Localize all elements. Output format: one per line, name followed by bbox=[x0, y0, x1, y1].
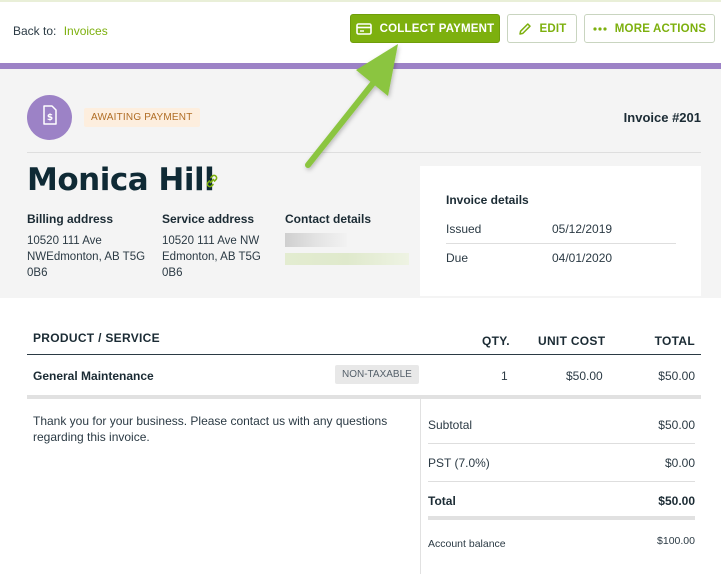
tax-label: PST (7.0%) bbox=[428, 456, 490, 470]
total-value: $50.00 bbox=[658, 494, 695, 508]
summary-divider-3 bbox=[428, 516, 695, 520]
status-badge: AWAITING PAYMENT bbox=[84, 108, 200, 127]
column-header-unit-cost: UNIT COST bbox=[538, 334, 606, 348]
edit-label: EDIT bbox=[539, 22, 567, 35]
header-divider bbox=[27, 152, 701, 153]
tax-value: $0.00 bbox=[664, 456, 695, 470]
invoice-document-icon: $ bbox=[42, 105, 58, 130]
tax-status-badge: NON-TAXABLE bbox=[335, 365, 419, 384]
invoice-details-card: Invoice details Issued 05/12/2019 Due 04… bbox=[420, 166, 701, 296]
edit-button[interactable]: EDIT bbox=[507, 14, 577, 43]
details-divider bbox=[446, 243, 676, 244]
summary-divider-2 bbox=[428, 481, 695, 482]
pencil-icon bbox=[518, 22, 532, 36]
due-value: 04/01/2020 bbox=[552, 251, 613, 265]
redacted-contact-phone bbox=[285, 233, 347, 247]
service-address: Service address 10520 111 Ave NW Edmonto… bbox=[162, 211, 274, 281]
line-item-name: General Maintenance bbox=[33, 369, 154, 383]
summary-divider-1 bbox=[428, 443, 695, 444]
account-balance-row: Account balance $100.00 bbox=[428, 535, 695, 550]
account-balance-label: Account balance bbox=[428, 538, 506, 550]
subtotal-value: $50.00 bbox=[658, 418, 695, 432]
invoice-message: Thank you for your business. Please cont… bbox=[33, 414, 388, 444]
line-item-unit-cost: $50.00 bbox=[566, 369, 603, 383]
issued-row: Issued 05/12/2019 bbox=[446, 222, 676, 236]
invoice-details-heading: Invoice details bbox=[446, 193, 529, 207]
billing-line-3: 0B6 bbox=[27, 267, 48, 279]
subtotal-label: Subtotal bbox=[428, 418, 473, 432]
service-line-3: 0B6 bbox=[162, 267, 183, 279]
column-header-qty: QTY. bbox=[482, 334, 510, 348]
column-header-total: TOTAL bbox=[654, 334, 695, 348]
collect-payment-button[interactable]: COLLECT PAYMENT bbox=[350, 14, 500, 43]
issued-label: Issued bbox=[446, 222, 482, 236]
table-bottom-divider bbox=[27, 395, 701, 399]
more-actions-button[interactable]: MORE ACTIONS bbox=[584, 14, 715, 43]
billing-line-1: 10520 111 Ave bbox=[27, 235, 102, 247]
service-line-2: Edmonton, AB T5G bbox=[162, 251, 261, 263]
invoice-number: Invoice #201 bbox=[623, 110, 701, 125]
column-header-product: PRODUCT / SERVICE bbox=[33, 331, 160, 345]
billing-address: Billing address 10520 111 Ave NWEdmonton… bbox=[27, 211, 152, 281]
subtotal-row: Subtotal $50.00 bbox=[428, 418, 695, 432]
client-name: Monica Hill bbox=[27, 162, 215, 198]
contact-details-heading: Contact details bbox=[285, 212, 372, 226]
redacted-contact-email bbox=[285, 253, 409, 265]
total-label: Total bbox=[428, 494, 456, 508]
service-address-heading: Service address bbox=[162, 212, 255, 226]
top-border bbox=[0, 0, 721, 2]
summary-separator bbox=[420, 399, 421, 574]
svg-text:$: $ bbox=[46, 113, 52, 123]
total-row: Total $50.00 bbox=[428, 494, 695, 508]
billing-line-2: NWEdmonton, AB T5G bbox=[27, 251, 146, 263]
billing-address-heading: Billing address bbox=[27, 212, 114, 226]
line-item-qty: 1 bbox=[501, 369, 508, 383]
invoice-avatar: $ bbox=[27, 95, 72, 140]
table-header-divider bbox=[27, 354, 701, 355]
back-label: Back to: bbox=[13, 24, 57, 38]
more-actions-label: MORE ACTIONS bbox=[614, 22, 707, 35]
link-icon[interactable] bbox=[204, 173, 220, 194]
more-dots-icon bbox=[593, 26, 607, 31]
due-row: Due 04/01/2020 bbox=[446, 251, 676, 265]
service-line-1: 10520 111 Ave NW bbox=[162, 235, 260, 247]
due-label: Due bbox=[446, 251, 469, 265]
tax-row: PST (7.0%) $0.00 bbox=[428, 456, 695, 470]
account-balance-value: $100.00 bbox=[657, 535, 695, 547]
line-item-total: $50.00 bbox=[658, 369, 695, 383]
issued-value: 05/12/2019 bbox=[552, 222, 613, 236]
collect-payment-label: COLLECT PAYMENT bbox=[379, 22, 495, 35]
contact-details: Contact details bbox=[285, 211, 415, 265]
invoices-link[interactable]: Invoices bbox=[64, 24, 108, 38]
back-nav: Back to: Invoices bbox=[13, 24, 108, 38]
credit-card-icon bbox=[355, 22, 372, 35]
